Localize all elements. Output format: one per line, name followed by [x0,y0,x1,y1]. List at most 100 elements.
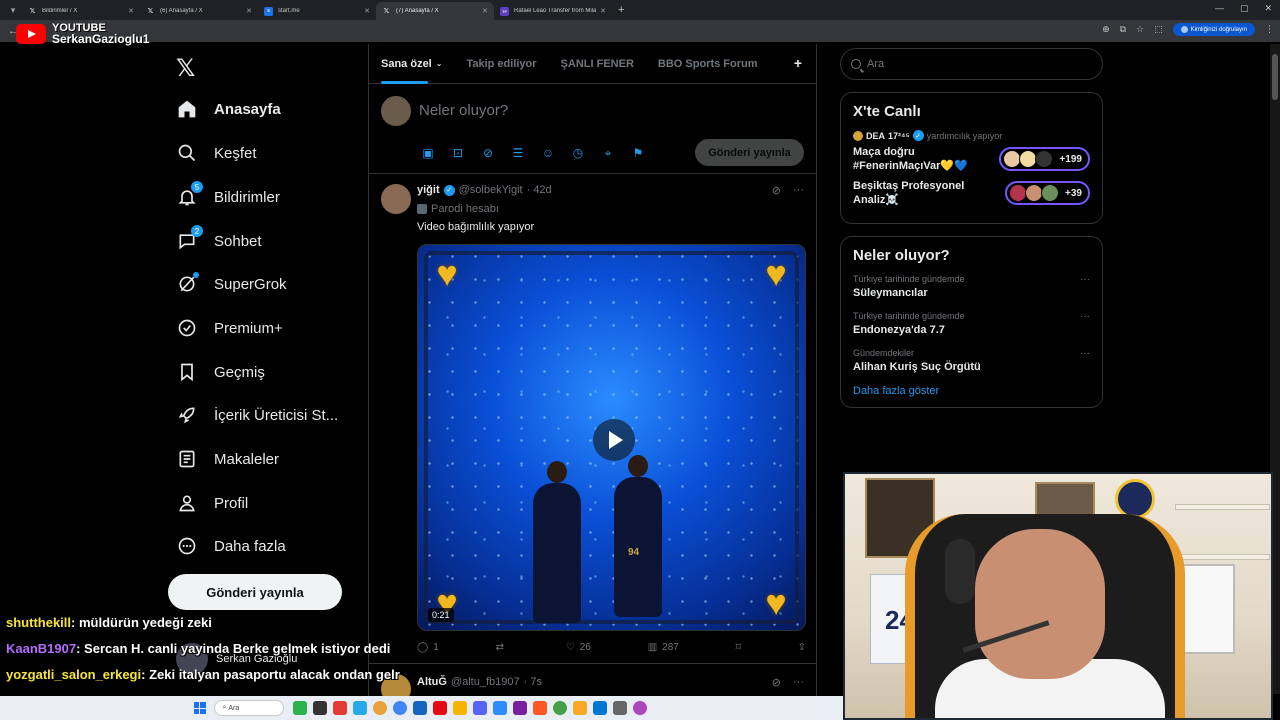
tab-for-you[interactable]: Sana özel ⌄ [381,44,442,84]
tweet-author-name[interactable]: yiğit [417,184,440,196]
tab-sanli-fener[interactable]: ŞANLI FENER [561,44,634,84]
close-icon[interactable]: ✕ [600,7,606,15]
taskbar-search[interactable]: ⌕ Ara [213,700,284,716]
grok-icon[interactable]: ⊘ [772,676,781,689]
star-icon[interactable]: ☆ [1136,24,1144,35]
tweet-time[interactable]: · 42d [527,184,552,196]
app-icon[interactable] [572,701,587,715]
more-icon[interactable]: ··· [1080,348,1090,359]
emoji-icon[interactable]: ☺ [539,144,557,162]
bookmark-button[interactable]: ⌑ [736,642,741,653]
tweet-author-handle[interactable]: @altu_fb1907 [451,676,520,688]
sidebar-item-creator-studio[interactable]: İçerik Üreticisi St... [176,397,338,433]
poll-icon[interactable]: ☰ [509,144,527,162]
grok-icon[interactable]: ⊘ [772,184,781,197]
app-icon[interactable] [412,701,427,715]
netflix-icon[interactable] [432,701,447,715]
tweet-video[interactable]: ♥ ♥ ♥ ♥ 94 0:21 [417,244,806,631]
show-more-link[interactable]: Daha fazla göster [853,385,1090,397]
tab-following[interactable]: Takip ediliyor [466,44,536,84]
add-tab-icon[interactable]: + [794,55,802,71]
minimize-icon[interactable]: — [1215,3,1224,14]
more-icon[interactable]: ··· [793,676,804,689]
close-icon[interactable]: ✕ [364,7,370,15]
close-icon[interactable]: ✕ [482,7,488,15]
app-icon[interactable] [552,701,567,715]
more-icon[interactable]: ··· [1080,311,1090,322]
image-icon[interactable]: ▣ [419,144,437,162]
app-icon[interactable] [612,701,627,715]
chrome-icon[interactable] [372,701,387,715]
sidebar-item-home[interactable]: Anasayfa [176,91,281,127]
browser-tab[interactable]: TF Rafael Leão Transfer from Mila... ✕ [494,2,612,20]
composer-post-button[interactable]: Gönderi yayınla [695,139,804,166]
menu-dots-icon[interactable]: ⋮ [1265,24,1274,35]
tweet-author-name[interactable]: AltuĞ [417,676,447,688]
app-icon[interactable] [332,701,347,715]
browser-tab[interactable]: 𝕏 Bildirimler / X ✕ [22,2,140,20]
app-icon[interactable] [472,701,487,715]
browser-tab-active[interactable]: 𝕏 (7) Anasayfa / X ✕ [376,2,494,20]
play-icon[interactable] [593,419,635,461]
verify-identity-button[interactable]: Kimliğinizi doğrulayın [1172,23,1255,36]
new-tab-button[interactable]: + [618,4,624,16]
scrollbar-thumb[interactable] [1272,54,1278,100]
sidebar-item-history[interactable]: Geçmiş [176,354,265,390]
composer-input[interactable]: Neler oluyor? [419,102,508,119]
like-button[interactable]: ♡ 26 [566,642,591,653]
tweet-time[interactable]: · 7s [524,676,542,688]
location-icon[interactable]: ⌖ [599,144,617,162]
puzzle-icon[interactable]: ⬚ [1154,24,1163,35]
close-icon[interactable]: ✕ [128,7,134,15]
tweet-author-handle[interactable]: @solbekYigit [459,184,523,196]
views-button[interactable]: ▥ 287 [648,642,679,653]
retweet-button[interactable]: ⇄ [496,642,509,653]
browser-tab[interactable]: s start.me ✕ [258,2,376,20]
app-icon[interactable] [392,701,407,715]
x-logo-icon[interactable]: 𝕏 [176,54,195,83]
telegram-icon[interactable] [352,701,367,715]
share-button[interactable]: ⇪ [798,642,806,653]
sidebar-item-articles[interactable]: Makaleler [176,441,279,477]
tab-search-icon[interactable]: ▾ [4,2,22,18]
live-listeners-pill[interactable]: +39 [1005,181,1090,205]
tab-bbo-sports[interactable]: BBO Sports Forum [658,44,758,84]
reply-button[interactable]: ◯ 1 [417,642,439,653]
tweet[interactable]: yiğit ✓ @solbekYigit · 42d ⊘ ··· Parodi … [369,176,816,664]
close-icon[interactable]: ✕ [246,7,252,15]
search-input[interactable]: Ara [840,48,1103,80]
app-icon[interactable] [592,701,607,715]
browser-tab[interactable]: 𝕏 (6) Anasayfa / X ✕ [140,2,258,20]
maximize-icon[interactable]: ▢ [1240,3,1249,14]
flag-icon[interactable]: ⚑ [629,144,647,162]
sidebar-item-profile[interactable]: Profil [176,485,248,521]
sidebar-item-chat[interactable]: 2 Sohbet [176,223,262,259]
live-listeners-pill[interactable]: +199 [999,147,1090,171]
sidebar-item-supergrok[interactable]: SuperGrok [176,266,287,302]
app-icon[interactable] [532,701,547,715]
trend-item[interactable]: Türkiye tarihinde gündemde Endonezya'da … [853,311,1090,336]
trend-item[interactable]: Türkiye tarihinde gündemde Süleymancılar… [853,274,1090,299]
extensions-icon[interactable]: ⧉ [1120,24,1126,35]
app-icon[interactable] [632,701,647,715]
live-host[interactable]: DEA 17²⁴⁵ ✓ yardımcılık yapıyor [853,130,1090,141]
sidebar-item-notifications[interactable]: 5 Bildirimler [176,179,280,215]
app-icon[interactable] [512,701,527,715]
more-icon[interactable]: ··· [1080,274,1090,285]
live-space-item[interactable]: Maça doğru #FenerinMaçıVar💛💙 +199 [853,145,1090,173]
sidebar-item-explore[interactable]: Keşfet [176,135,257,171]
grok-icon[interactable]: ⊘ [479,144,497,162]
windows-start-icon[interactable] [193,702,206,714]
sidebar-item-more[interactable]: Daha fazla [176,528,286,564]
trend-item[interactable]: Gündemdekiler Alihan Kuriş Suç Örgütü ··… [853,348,1090,373]
sidebar-item-premium[interactable]: Premium+ [176,310,283,346]
app-icon[interactable] [312,701,327,715]
more-icon[interactable]: ··· [793,184,804,197]
close-window-icon[interactable]: ✕ [1264,3,1272,14]
schedule-icon[interactable]: ◷ [569,144,587,162]
zoom-icon[interactable]: ⊕ [1102,24,1110,35]
gif-icon[interactable]: ⊡ [449,144,467,162]
folder-icon[interactable] [452,701,467,715]
post-button[interactable]: Gönderi yayınla [168,574,342,610]
live-space-item[interactable]: Beşiktaş Profesyonel Analiz☠️ +39 [853,179,1090,207]
